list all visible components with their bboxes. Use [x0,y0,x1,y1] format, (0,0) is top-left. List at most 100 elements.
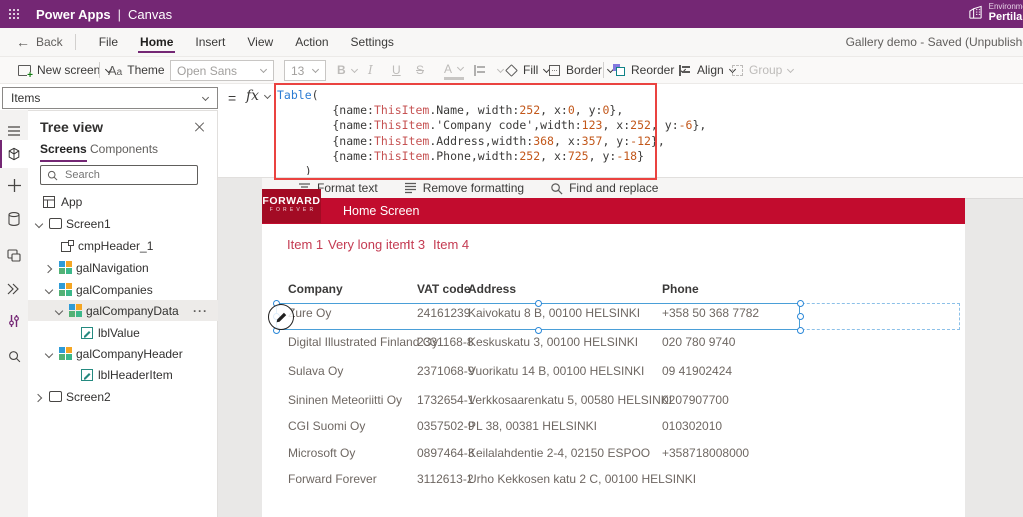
new-screen-icon [18,65,31,76]
app-canvas: FORWARD FOREVER Home Screen Item 1 Very … [262,198,965,517]
table-header-row: Company VAT code Address Phone [262,282,965,296]
search-rail-icon[interactable] [0,343,28,369]
tree-item-screen1[interactable]: Screen1 [28,213,218,234]
align-button[interactable]: Align [679,57,736,83]
waffle-menu-icon[interactable] [0,0,28,28]
tree-view-icon[interactable] [0,140,28,168]
search-input[interactable] [63,168,191,182]
find-replace-button[interactable]: Find and replace [550,181,658,195]
tree-view-panel: Tree view Screens Components App Screen1… [28,110,218,517]
menu-action[interactable]: Action [284,28,339,56]
more-options-icon[interactable]: ··· [193,304,208,318]
table-row[interactable]: Forward Forever 3112613-2 Urho Kekkosen … [262,472,965,486]
remove-formatting-button[interactable]: Remove formatting [404,181,524,195]
menu-view[interactable]: View [236,28,284,56]
data-icon[interactable] [0,206,28,232]
tree-item-galcompanydata[interactable]: galCompanyData ··· [28,300,218,321]
format-toolbar: New screen AaTheme Open Sans 13 B I U S … [0,57,1023,84]
menu-file[interactable]: File [88,28,129,56]
border-button[interactable]: Border [549,57,614,83]
fx-button[interactable]: fx [246,88,271,104]
tree-item-galcompanies[interactable]: galCompanies [28,279,218,300]
table-row[interactable]: Microsoft Oy 0897464-3 Keilalahdentie 2-… [262,446,965,460]
strikethrough-button[interactable]: S [416,57,424,83]
tab-components[interactable]: Components [90,142,158,160]
table-row[interactable]: Sininen Meteoriitti Oy 1732654-1 Verkkos… [262,393,965,407]
font-size-select[interactable]: 13 [284,60,326,81]
tree-item-lblheaderitem[interactable]: lblHeaderItem [28,364,218,385]
resize-handle[interactable] [797,327,804,334]
app-name: Power Apps [36,7,111,22]
resize-handle[interactable] [797,300,804,307]
reorder-button[interactable]: Reorder [613,57,686,83]
insert-icon[interactable] [0,172,28,198]
nav-item-2[interactable]: Very long item [328,237,410,252]
tree-item-galnavigation[interactable]: galNavigation [28,257,218,278]
tree-item-cmpheader[interactable]: cmpHeader_1 [28,235,218,256]
chevron-down-icon[interactable] [34,219,44,229]
table-row[interactable]: Zure Oy 24161239 Kaivokatu 8 B, 00100 HE… [262,306,965,320]
text-align-button[interactable] [474,57,504,83]
nav-item-1[interactable]: Item 1 [287,237,323,252]
table-row[interactable]: CGI Suomi Oy 0357502-9 PL 38, 00381 HELS… [262,419,965,433]
tree-item-lblvalue[interactable]: lblValue [28,322,218,343]
screen-icon [48,390,62,404]
menu-settings[interactable]: Settings [340,28,405,56]
font-color-button[interactable]: A [444,60,464,80]
back-button[interactable]: ←Back [16,34,63,50]
col-header-vat: VAT code [417,282,471,296]
environment-switcher[interactable]: Environme Pertila ( [968,1,1023,23]
chevron-down-icon[interactable] [54,306,64,316]
screen-title: Home Screen [343,204,419,218]
table-row[interactable]: Digital Illustrated Finland Oy 2331168-8… [262,335,965,349]
resize-handle[interactable] [535,327,542,334]
remove-formatting-icon [404,182,417,194]
gallery-icon [58,261,72,275]
search-icon [550,182,563,195]
chevron-down-icon [260,67,267,74]
tree-item-galcompanyheader[interactable]: galCompanyHeader [28,343,218,364]
gallery-icon [58,347,72,361]
resize-handle[interactable] [797,313,804,320]
menu-insert[interactable]: Insert [184,28,236,56]
nav-item-3[interactable]: It 3 [407,237,425,252]
property-select[interactable]: Items [2,87,218,109]
edit-gallery-pencil-icon[interactable] [268,304,294,330]
table-row[interactable]: Sulava Oy 2371068-9 Vuorikatu 14 B, 0010… [262,364,965,378]
border-icon [549,65,560,76]
fill-button[interactable]: Fill [506,57,550,83]
fill-icon [505,64,518,77]
screen-icon [48,217,62,231]
menu-divider [75,34,76,50]
title-separator: | [118,7,121,22]
search-icon [47,170,58,181]
tree-item-app[interactable]: App [28,191,218,212]
nav-gallery: Item 1 Very long item It 3 Item 4 [262,237,965,253]
tree-item-screen2[interactable]: Screen2 [28,386,218,407]
chevron-down-icon [457,65,464,72]
tab-screens[interactable]: Screens [40,142,87,162]
power-automate-icon[interactable] [0,276,28,302]
italic-button[interactable]: I [368,57,373,83]
font-family-select[interactable]: Open Sans [170,60,274,81]
group-button[interactable]: Group [732,57,794,83]
tree-search[interactable] [40,165,198,185]
chevron-right-icon[interactable] [44,263,54,273]
variables-icon[interactable] [0,308,28,334]
resize-handle[interactable] [535,300,542,307]
chevron-down-icon[interactable] [44,349,54,359]
app-context: Canvas [128,7,172,22]
formula-editor[interactable]: Table( {name:ThisItem.Name, width:252, x… [277,88,1019,175]
chevron-down-icon [264,93,271,100]
chevron-right-icon[interactable] [34,392,44,402]
media-icon[interactable] [0,242,28,268]
label-icon [80,368,94,382]
close-icon[interactable] [193,120,207,134]
chevron-down-icon[interactable] [44,285,54,295]
underline-button[interactable]: U [392,57,401,83]
theme-button[interactable]: AaTheme [108,57,177,83]
chevron-down-icon [312,67,319,74]
bold-button[interactable]: B [337,57,358,83]
menu-home[interactable]: Home [129,28,184,56]
nav-item-4[interactable]: Item 4 [433,237,469,252]
